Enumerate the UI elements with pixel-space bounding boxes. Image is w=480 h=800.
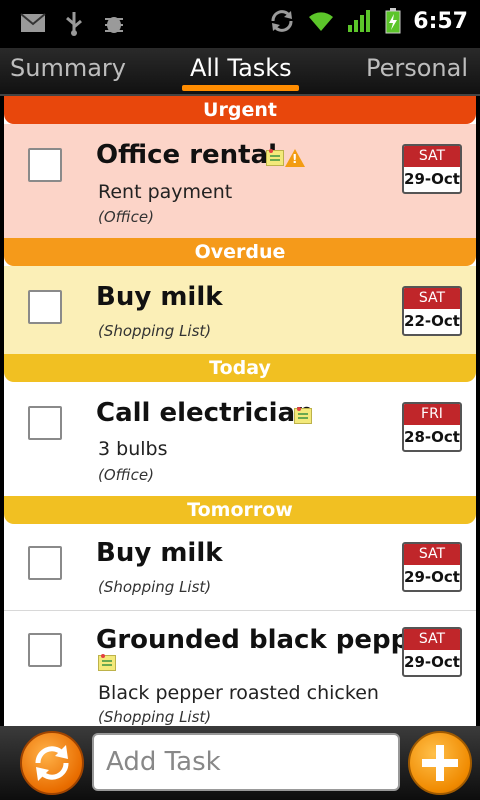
clock-time: 6:57 bbox=[413, 8, 468, 34]
add-task-input[interactable]: Add Task bbox=[92, 733, 400, 791]
battery-charging-icon bbox=[385, 8, 401, 34]
date-badge: FRI 28-Oct bbox=[402, 402, 462, 452]
plus-icon bbox=[422, 745, 458, 781]
signal-icon bbox=[348, 10, 371, 32]
system-icons: 6:57 bbox=[269, 8, 468, 34]
sync-icon bbox=[271, 10, 293, 32]
date-date: 22-Oct bbox=[404, 312, 460, 330]
date-date: 29-Oct bbox=[404, 170, 460, 188]
task-row[interactable]: Buy milk (Shopping List) SAT 29-Oct bbox=[4, 524, 476, 610]
note-icon bbox=[266, 149, 284, 166]
notification-icons bbox=[20, 10, 126, 36]
date-badge: SAT 29-Oct bbox=[402, 542, 462, 592]
task-title: Buy milk bbox=[96, 282, 223, 312]
date-date: 29-Oct bbox=[404, 568, 460, 586]
section-header-today: Today bbox=[4, 354, 476, 382]
task-checkbox[interactable] bbox=[28, 633, 62, 667]
date-date: 29-Oct bbox=[404, 653, 460, 671]
bottom-bar: Add Task bbox=[0, 726, 480, 800]
task-title: Office rental bbox=[96, 140, 278, 170]
refresh-button[interactable] bbox=[20, 731, 84, 795]
task-list-name: (Office) bbox=[98, 466, 154, 484]
task-list-name: (Shopping List) bbox=[98, 578, 212, 596]
section-header-urgent: Urgent bbox=[4, 96, 476, 124]
task-list-name: (Shopping List) bbox=[98, 708, 212, 726]
date-badge: SAT 29-Oct bbox=[402, 627, 462, 677]
section-header-overdue: Overdue bbox=[4, 238, 476, 266]
mail-icon bbox=[20, 13, 46, 32]
note-icon bbox=[98, 654, 116, 671]
warning-icon: ! bbox=[285, 149, 305, 167]
wifi-icon bbox=[309, 12, 334, 31]
task-checkbox[interactable] bbox=[28, 290, 62, 324]
task-note: 3 bulbs bbox=[98, 438, 168, 460]
date-day: SAT bbox=[404, 288, 460, 309]
task-list-name: (Shopping List) bbox=[98, 322, 212, 340]
tab-personal[interactable]: Personal bbox=[366, 54, 468, 82]
task-checkbox[interactable] bbox=[28, 546, 62, 580]
task-list-name: (Office) bbox=[98, 208, 154, 226]
task-note: Black pepper roasted chicken bbox=[98, 682, 379, 704]
date-badge: SAT 22-Oct bbox=[402, 286, 462, 336]
task-row[interactable]: Office rental ! Rent payment (Office) SA… bbox=[4, 124, 476, 238]
usb-icon bbox=[66, 12, 82, 36]
task-title: Buy milk bbox=[96, 538, 223, 568]
task-row[interactable]: Call electrician 3 bulbs (Office) FRI 28… bbox=[4, 382, 476, 496]
task-list[interactable]: Urgent Office rental ! Rent payment (Off… bbox=[4, 96, 476, 726]
tab-all-tasks[interactable]: All Tasks bbox=[190, 54, 292, 82]
add-task-button[interactable] bbox=[408, 731, 472, 795]
task-row[interactable]: Grounded black pepper Black pepper roast… bbox=[4, 611, 476, 726]
tab-summary[interactable]: Summary bbox=[10, 54, 126, 82]
section-header-tomorrow: Tomorrow bbox=[4, 496, 476, 524]
note-icon bbox=[294, 407, 312, 424]
date-badge: SAT 29-Oct bbox=[402, 144, 462, 194]
refresh-icon bbox=[35, 745, 69, 781]
active-tab-indicator bbox=[182, 85, 299, 91]
task-checkbox[interactable] bbox=[28, 148, 62, 182]
tab-bar: Summary All Tasks Personal bbox=[0, 48, 480, 96]
task-row[interactable]: Buy milk (Shopping List) SAT 22-Oct bbox=[4, 266, 476, 354]
status-bar: 6:57 bbox=[0, 0, 480, 48]
date-day: SAT bbox=[404, 544, 460, 565]
task-note: Rent payment bbox=[98, 181, 233, 203]
date-day: SAT bbox=[404, 629, 460, 650]
date-day: FRI bbox=[404, 404, 460, 425]
date-day: SAT bbox=[404, 146, 460, 167]
task-title: Grounded black pepper bbox=[96, 625, 440, 655]
debug-icon bbox=[105, 17, 123, 33]
date-date: 28-Oct bbox=[404, 428, 460, 446]
task-title: Call electrician bbox=[96, 398, 314, 428]
task-checkbox[interactable] bbox=[28, 406, 62, 440]
